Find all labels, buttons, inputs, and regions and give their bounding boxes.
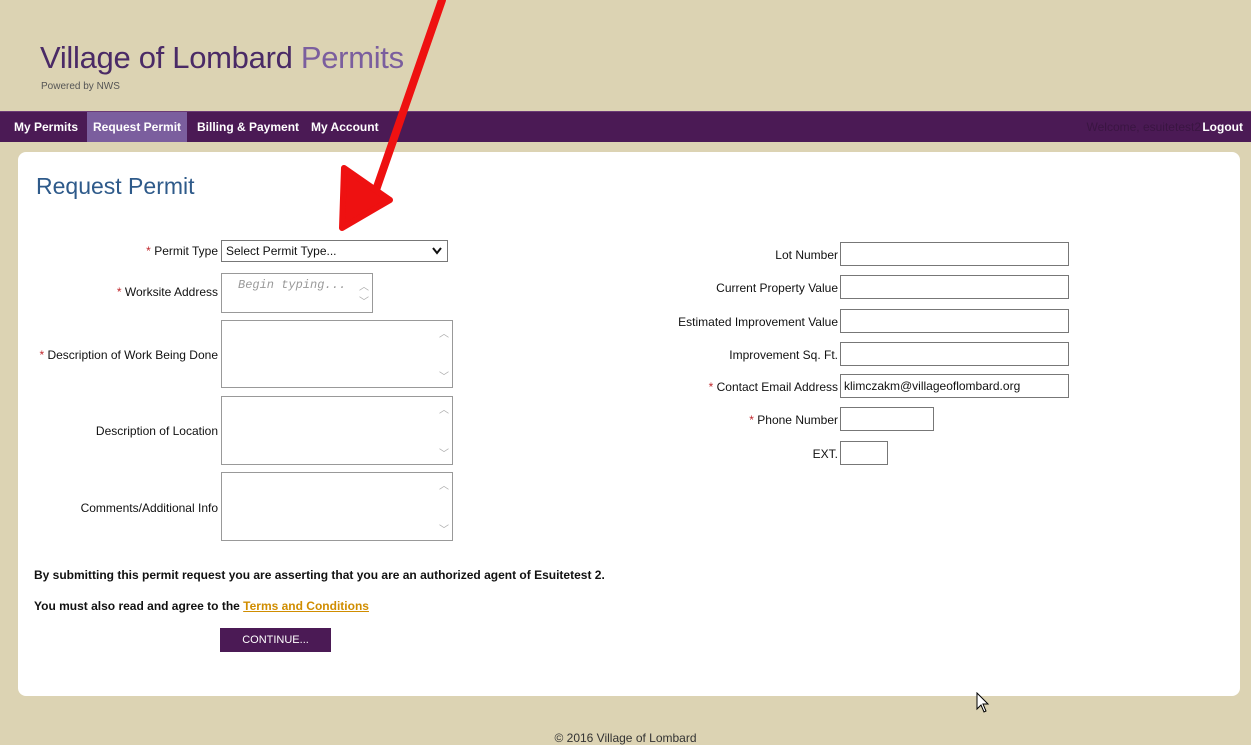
scroll-down-icon: ﹀	[439, 372, 449, 383]
main-nav: My Permits Request Permit Billing & Paym…	[0, 111, 1251, 142]
agent-statement: By submitting this permit request you ar…	[34, 568, 605, 582]
worksite-address-label: * Worksite Address	[116, 285, 218, 299]
scroll-down-icon: ﹀	[439, 449, 449, 460]
page-title: Request Permit	[36, 173, 195, 199]
scroll-up-icon: ︿	[439, 329, 449, 340]
ext-label: EXT.	[812, 447, 838, 461]
terms-statement: You must also read and agree to the Term…	[34, 599, 369, 613]
lot-number-input[interactable]	[840, 242, 1069, 266]
lot-number-label: Lot Number	[775, 248, 838, 262]
scroll-down-icon: ﹀	[359, 297, 369, 308]
phone-number-input[interactable]	[840, 407, 934, 431]
permit-type-select[interactable]: Select Permit Type...	[221, 240, 448, 262]
improvement-sqft-input[interactable]	[840, 342, 1069, 366]
app-title-main: Village of Lombard	[40, 40, 293, 75]
welcome-text: Welcome, esuitetest2	[1086, 120, 1202, 134]
terms-link[interactable]: Terms and Conditions	[243, 599, 369, 613]
comments-textarea[interactable]: ︿ ﹀	[221, 472, 453, 541]
logout-link[interactable]: Logout	[1202, 112, 1243, 142]
permit-type-value: Select Permit Type...	[226, 244, 337, 258]
ext-input[interactable]	[840, 441, 888, 465]
work-description-label: * Description of Work Being Done	[39, 348, 218, 362]
nav-my-permits[interactable]: My Permits	[8, 112, 84, 142]
location-description-textarea[interactable]: ︿ ﹀	[221, 396, 453, 465]
mouse-cursor-icon	[976, 692, 990, 713]
scroll-up-icon: ︿	[359, 282, 369, 293]
contact-email-label: * Contact Email Address	[708, 380, 838, 394]
nav-request-permit[interactable]: Request Permit	[87, 112, 188, 142]
worksite-address-input[interactable]: Begin typing... ︿ ﹀	[221, 273, 373, 313]
terms-prefix: You must also read and agree to the	[34, 599, 240, 613]
scroll-up-icon: ︿	[439, 481, 449, 492]
comments-label: Comments/Additional Info	[80, 501, 218, 515]
estimated-improvement-value-label: Estimated Improvement Value	[678, 315, 838, 329]
estimated-improvement-value-input[interactable]	[840, 309, 1069, 333]
contact-email-input[interactable]: klimczakm@villageoflombard.org	[840, 374, 1069, 398]
work-description-textarea[interactable]: ︿ ﹀	[221, 320, 453, 388]
permit-type-label: * Permit Type	[146, 244, 218, 258]
app-subtitle: Powered by NWS	[41, 81, 120, 92]
current-property-value-label: Current Property Value	[716, 281, 838, 295]
scroll-down-icon: ﹀	[439, 525, 449, 536]
red-arrow-icon	[339, 0, 446, 231]
scroll-up-icon: ︿	[439, 405, 449, 416]
continue-button[interactable]: CONTINUE...	[220, 628, 331, 652]
improvement-sqft-label: Improvement Sq. Ft.	[729, 348, 838, 362]
current-property-value-input[interactable]	[840, 275, 1069, 299]
header: Village of Lombard Permits Powered by NW…	[0, 0, 1251, 111]
worksite-address-placeholder: Begin typing...	[238, 278, 347, 292]
nav-billing-payment[interactable]: Billing & Payment	[191, 112, 305, 142]
location-description-label: Description of Location	[95, 424, 218, 438]
phone-number-label: * Phone Number	[749, 413, 838, 427]
chevron-down-icon	[431, 241, 443, 267]
